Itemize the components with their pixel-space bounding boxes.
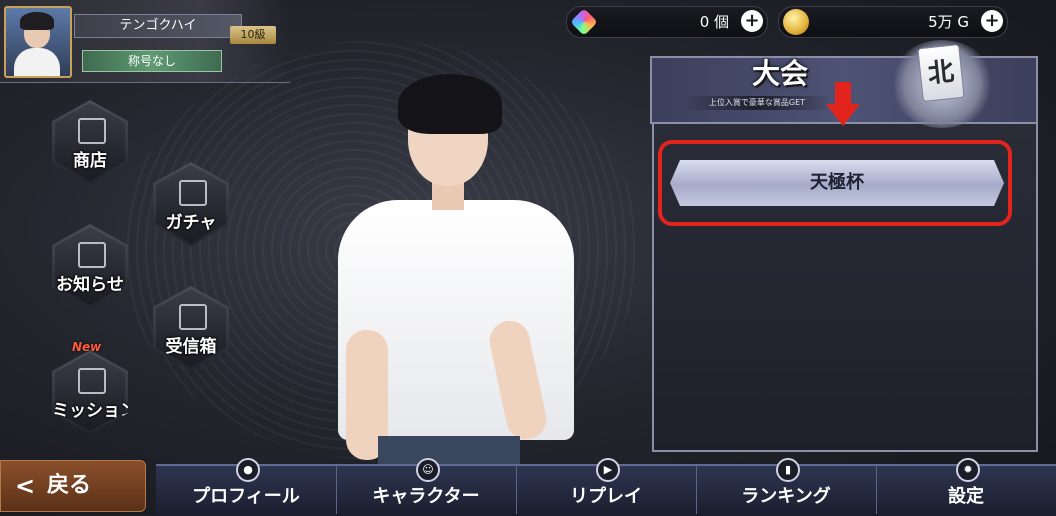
new-badge: New (72, 340, 102, 354)
bell-icon (78, 242, 106, 268)
inbox-label: 受信箱 (165, 337, 217, 357)
character-icon: ☺ (416, 458, 440, 482)
highlight-box (658, 140, 1012, 226)
back-button[interactable]: < 戻る (0, 460, 146, 512)
tab-ranking-label: ランキング (741, 486, 831, 507)
notice-label: お知らせ (56, 275, 124, 295)
arrow-shaft (835, 82, 851, 104)
tournament-title: 大会 (751, 57, 808, 90)
mahjong-tile-icon: 北 (917, 43, 965, 103)
tab-profile[interactable]: ● プロフィール (156, 458, 337, 514)
tab-settings-label: 設定 (948, 486, 984, 507)
replay-icon: ▶ (596, 458, 620, 482)
gacha-label: ガチャ (165, 213, 217, 233)
tab-replay[interactable]: ▶ リプレイ (516, 458, 697, 514)
tournament-subtitle: 上位入賞で豪華な賞品GET (682, 96, 832, 110)
mailbox-icon (179, 304, 207, 330)
tab-settings[interactable]: ✹ 設定 (876, 458, 1056, 514)
bottom-nav: ● プロフィール ☺ キャラクター ▶ リプレイ ▮ ランキング ✹ 設定 (156, 458, 1056, 516)
shop-icon (78, 118, 106, 144)
gacha-icon (179, 180, 207, 206)
chevron-left-icon: < (15, 472, 36, 500)
tab-replay-label: リプレイ (570, 486, 642, 507)
add-gold-button[interactable]: + (981, 10, 1003, 32)
ranking-icon: ▮ (776, 458, 800, 482)
mission-button[interactable]: ミッション (52, 350, 128, 434)
back-label: 戻る (47, 473, 92, 498)
tab-profile-label: プロフィール (192, 486, 300, 507)
arrow-head (826, 104, 860, 126)
gold-count: 5万 G (928, 13, 969, 31)
red-arrow-icon (826, 82, 860, 130)
tab-character[interactable]: ☺ キャラクター (336, 458, 517, 514)
player-name: テンゴクハイ (74, 14, 242, 38)
gem-icon (570, 8, 598, 36)
gold-counter: 5万 G + (778, 6, 1008, 38)
gem-count: 0 個 (699, 13, 729, 31)
avatar[interactable] (4, 6, 72, 78)
shop-label: 商店 (73, 151, 107, 171)
player-level-badge: 10級 (230, 26, 276, 44)
avatar-body (14, 48, 60, 76)
add-gems-button[interactable]: + (741, 10, 763, 32)
avatar-hair (20, 12, 54, 30)
mission-label: ミッション (52, 401, 137, 421)
profile-icon: ● (236, 458, 260, 482)
coin-icon (783, 9, 809, 35)
character-hair (398, 74, 502, 134)
mission-icon (78, 368, 106, 394)
shop-button[interactable]: 商店 (52, 100, 128, 184)
tab-ranking[interactable]: ▮ ランキング (696, 458, 877, 514)
tab-character-label: キャラクター (372, 486, 480, 507)
player-title: 称号なし (82, 50, 222, 72)
gem-counter: 0 個 + (566, 6, 768, 38)
gear-icon: ✹ (956, 458, 980, 482)
notice-button[interactable]: お知らせ (52, 224, 128, 308)
